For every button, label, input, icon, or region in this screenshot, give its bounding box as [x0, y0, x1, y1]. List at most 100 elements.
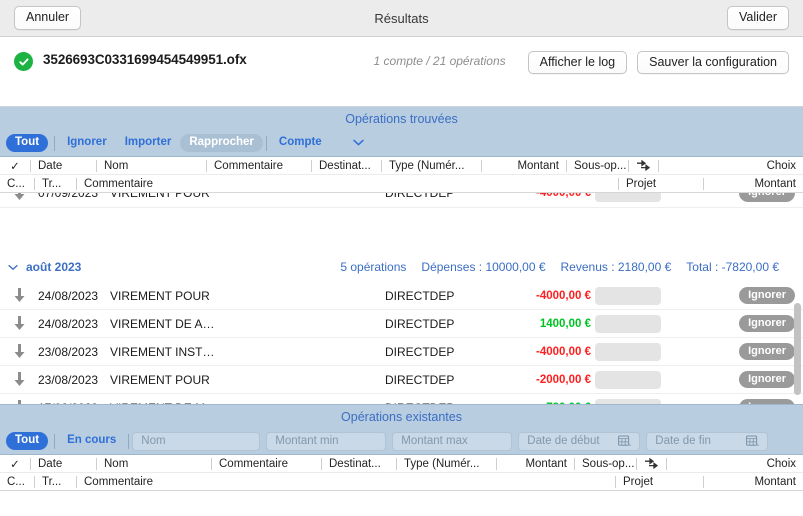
scrollbar-thumb[interactable] — [794, 303, 801, 395]
validate-button[interactable]: Valider — [727, 6, 789, 29]
row-type: DIRECTDEP — [385, 345, 497, 359]
row-amount-input[interactable] — [595, 315, 675, 333]
file-info-bar: 3526693C0331699454549951.ofx 1 compte / … — [0, 37, 803, 107]
column-check[interactable]: ✓ — [0, 457, 30, 471]
table-row[interactable]: 24/08/2023 VIREMENT DE A… DIRECTDEP 1400… — [0, 310, 803, 338]
ignore-button[interactable]: Ignorer — [739, 371, 795, 389]
column-type[interactable]: Type (Numér... — [381, 160, 481, 172]
column-comment-2[interactable]: Commentaire — [76, 476, 615, 488]
calendar-icon[interactable] — [618, 435, 631, 447]
column-name[interactable]: Nom — [96, 160, 206, 172]
row-choice[interactable]: Ignorer — [721, 287, 803, 305]
arrow-down-icon — [0, 372, 38, 387]
table-row[interactable]: 23/08/2023 VIREMENT INST… DIRECTDEP -400… — [0, 338, 803, 366]
month-group-title: août 2023 — [26, 260, 81, 274]
vertical-scrollbar[interactable] — [794, 193, 801, 404]
row-date: 07/09/2023 — [38, 193, 110, 200]
column-date[interactable]: Date — [30, 160, 96, 172]
row-choice[interactable]: Ignorer — [721, 371, 803, 389]
sub-operations-icon[interactable] — [628, 160, 658, 172]
column-transfer[interactable]: Tr... — [34, 178, 76, 190]
date-start-placeholder: Date de début — [527, 435, 599, 447]
row-name: VIREMENT POUR — [110, 373, 385, 387]
column-comment-2[interactable]: Commentaire — [76, 178, 618, 190]
row-amount: -2000,00 € — [497, 374, 595, 386]
filter-import-found[interactable]: Importer — [116, 134, 181, 152]
cancel-button[interactable]: Annuler — [14, 6, 81, 29]
ignore-button[interactable]: Ignorer — [739, 315, 795, 333]
row-amount-input[interactable] — [595, 371, 675, 389]
amount-max-input[interactable]: Montant max — [392, 432, 512, 451]
chevron-down-icon[interactable] — [353, 138, 364, 149]
existing-operations-toolbar: Tout En cours Nom Montant min Montant ma… — [0, 428, 803, 455]
found-operations-title: Opérations trouvées — [345, 112, 458, 126]
column-amount-2[interactable]: Montant — [703, 476, 803, 488]
column-comment[interactable]: Commentaire — [206, 160, 311, 172]
table-row[interactable]: 24/08/2023 VIREMENT POUR DIRECTDEP -4000… — [0, 282, 803, 310]
calendar-icon[interactable] — [746, 435, 759, 447]
column-suboperation[interactable]: Sous-op... — [566, 160, 628, 172]
found-column-headers: ✓ Date Nom Commentaire Destinat... Type … — [0, 157, 803, 193]
row-amount-input[interactable] — [595, 193, 675, 202]
search-name-input[interactable]: Nom — [132, 432, 260, 451]
column-amount[interactable]: Montant — [496, 458, 574, 470]
column-amount[interactable]: Montant — [481, 160, 566, 172]
column-choice[interactable]: Choix — [658, 160, 803, 172]
column-name[interactable]: Nom — [96, 458, 211, 470]
amount-min-input[interactable]: Montant min — [266, 432, 386, 451]
filter-ignore-found[interactable]: Ignorer — [58, 134, 116, 152]
row-choice[interactable]: Ignorer — [721, 193, 803, 202]
row-name: VIREMENT DE M… — [110, 401, 385, 405]
toolbar-divider-3 — [54, 434, 55, 449]
row-amount-input[interactable] — [595, 287, 675, 305]
column-amount-2[interactable]: Montant — [703, 178, 803, 190]
ignore-button[interactable]: Ignorer — [739, 287, 795, 305]
column-type[interactable]: Type (Numér... — [396, 458, 496, 470]
table-row[interactable]: 23/08/2023 VIREMENT POUR DIRECTDEP -2000… — [0, 366, 803, 394]
column-choice[interactable]: Choix — [666, 458, 803, 470]
filter-pending-existing[interactable]: En cours — [58, 432, 125, 450]
save-configuration-button[interactable]: Sauver la configuration — [637, 51, 789, 74]
ignore-button[interactable]: Ignorer — [739, 193, 795, 202]
group-total: Total : -7820,00 € — [686, 260, 803, 274]
show-log-button[interactable]: Afficher le log — [528, 51, 628, 74]
column-destination[interactable]: Destinat... — [311, 160, 381, 172]
row-choice[interactable]: Ignorer — [721, 399, 803, 404]
column-category[interactable]: C... — [0, 476, 34, 488]
sub-operations-icon[interactable] — [636, 458, 666, 470]
date-start-input[interactable]: Date de début — [518, 432, 640, 451]
column-comment[interactable]: Commentaire — [211, 458, 321, 470]
existing-operations-header: Opérations existantes — [0, 405, 803, 428]
row-choice[interactable]: Ignorer — [721, 343, 803, 361]
column-destination[interactable]: Destinat... — [321, 458, 396, 470]
existing-operations-list[interactable] — [0, 491, 803, 516]
column-project[interactable]: Projet — [615, 476, 703, 488]
row-type: DIRECTDEP — [385, 373, 497, 387]
column-category[interactable]: C... — [0, 178, 34, 190]
row-amount: -4000,00 € — [497, 290, 595, 302]
row-amount-input[interactable] — [595, 399, 675, 405]
arrow-down-icon — [0, 193, 38, 201]
table-row-partial[interactable]: 07/09/2023 VIREMENT POUR DIRECTDEP -4000… — [0, 193, 803, 208]
column-suboperation[interactable]: Sous-op... — [574, 458, 636, 470]
found-operations-list[interactable]: 07/09/2023 VIREMENT POUR DIRECTDEP -4000… — [0, 193, 803, 404]
filter-all-existing[interactable]: Tout — [6, 432, 48, 450]
date-end-input[interactable]: Date de fin — [646, 432, 768, 451]
column-project[interactable]: Projet — [618, 178, 703, 190]
row-choice[interactable]: Ignorer — [721, 315, 803, 333]
column-date[interactable]: Date — [30, 458, 96, 470]
column-transfer[interactable]: Tr... — [34, 476, 76, 488]
chevron-down-icon[interactable] — [0, 264, 26, 271]
filter-all-found[interactable]: Tout — [6, 134, 48, 152]
row-date: 17/08/2023 — [38, 401, 110, 405]
window-title: Résultats — [0, 11, 803, 26]
column-check[interactable]: ✓ — [0, 159, 30, 173]
ignore-button[interactable]: Ignorer — [739, 343, 795, 361]
row-date: 23/08/2023 — [38, 345, 110, 359]
account-selector-label[interactable]: Compte — [270, 134, 331, 152]
filter-reconcile-found[interactable]: Rapprocher — [180, 134, 263, 152]
ignore-button[interactable]: Ignorer — [739, 399, 795, 404]
row-amount-input[interactable] — [595, 343, 675, 361]
table-row[interactable]: 17/08/2023 VIREMENT DE M… DIRECTDEP 780,… — [0, 394, 803, 404]
month-group-header[interactable]: août 2023 5 opérations Dépenses : 10000,… — [0, 252, 803, 282]
